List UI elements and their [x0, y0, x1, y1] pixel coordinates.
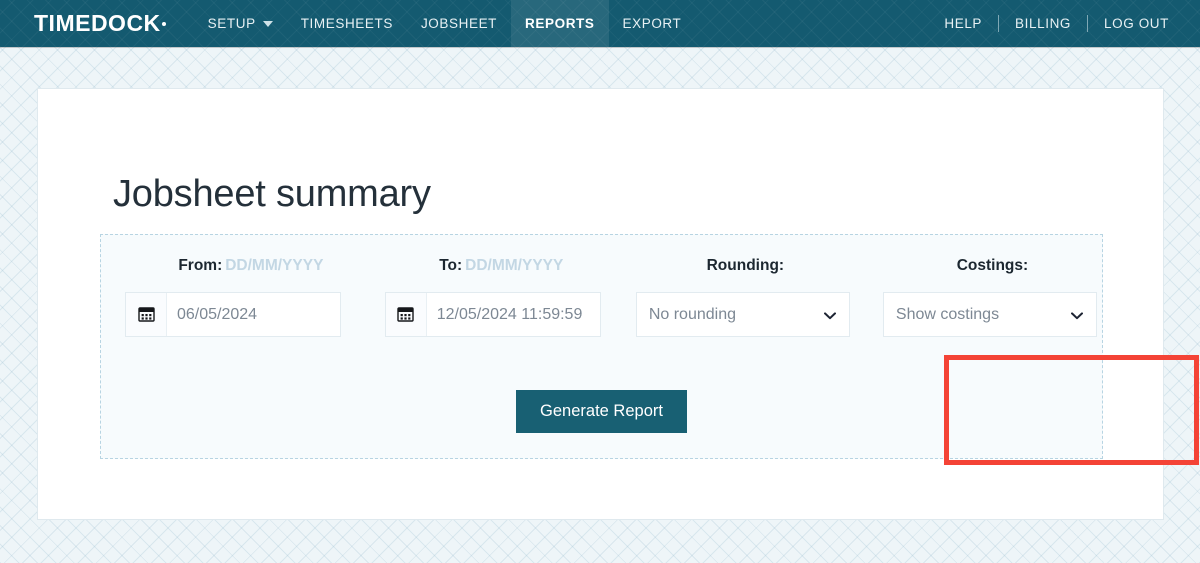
top-navbar: TIMEDOCK SETUP TIMESHEETS JOBSHEET REPOR…	[0, 0, 1200, 47]
submit-row: Generate Report	[101, 390, 1102, 433]
content-card: Jobsheet summary From:DD/MM/YYYY	[37, 88, 1164, 520]
primary-nav: SETUP TIMESHEETS JOBSHEET REPORTS EXPORT	[194, 0, 696, 47]
rounding-field-group: Rounding: No rounding	[636, 257, 855, 337]
from-date-field-group: From:DD/MM/YYYY	[125, 257, 377, 337]
nav-item-setup[interactable]: SETUP	[194, 0, 287, 47]
calendar-icon-svg	[397, 306, 414, 323]
from-date-label: From:DD/MM/YYYY	[125, 257, 377, 275]
calendar-icon-svg	[138, 306, 155, 323]
to-date-hint: DD/MM/YYYY	[465, 257, 563, 274]
from-date-label-text: From:	[178, 257, 222, 274]
to-date-input[interactable]	[427, 293, 600, 336]
secondary-nav: HELP BILLING LOG OUT	[931, 0, 1182, 47]
rounding-label: Rounding:	[636, 257, 855, 275]
from-date-hint: DD/MM/YYYY	[225, 257, 323, 274]
app-logo[interactable]: TIMEDOCK	[34, 0, 166, 47]
nav-item-billing[interactable]: BILLING	[1002, 16, 1084, 31]
rounding-select[interactable]: No rounding	[637, 293, 849, 336]
from-date-input-group[interactable]	[125, 292, 341, 337]
generate-report-button[interactable]: Generate Report	[516, 390, 687, 433]
nav-item-export[interactable]: EXPORT	[609, 0, 696, 47]
costings-select[interactable]: Show costings	[884, 293, 1096, 336]
calendar-icon[interactable]	[126, 293, 167, 336]
costings-select-wrap[interactable]: Show costings	[883, 292, 1097, 337]
to-date-field-group: To:DD/MM/YYYY	[385, 257, 618, 337]
calendar-icon[interactable]	[386, 293, 427, 336]
nav-item-jobsheet[interactable]: JOBSHEET	[407, 0, 511, 47]
costings-field-group: Costings: Show costings	[883, 257, 1102, 337]
app-logo-text: TIMEDOCK	[34, 10, 161, 37]
nav-divider	[1087, 15, 1088, 32]
nav-item-reports[interactable]: REPORTS	[511, 0, 608, 47]
to-date-input-group[interactable]	[385, 292, 601, 337]
from-date-input[interactable]	[167, 293, 340, 336]
chevron-down-icon	[263, 21, 273, 27]
logo-dot-icon	[162, 22, 166, 26]
costings-label: Costings:	[883, 257, 1102, 275]
nav-item-help[interactable]: HELP	[931, 16, 995, 31]
to-date-label-text: To:	[439, 257, 462, 274]
filter-fields-row: From:DD/MM/YYYY	[101, 235, 1102, 337]
rounding-select-wrap[interactable]: No rounding	[636, 292, 850, 337]
nav-item-timesheets[interactable]: TIMESHEETS	[287, 0, 407, 47]
nav-item-setup-label: SETUP	[208, 16, 256, 31]
nav-item-log-out[interactable]: LOG OUT	[1091, 16, 1182, 31]
nav-divider	[998, 15, 999, 32]
page-title: Jobsheet summary	[113, 173, 431, 216]
report-filter-panel: From:DD/MM/YYYY	[100, 234, 1103, 459]
to-date-label: To:DD/MM/YYYY	[385, 257, 618, 275]
